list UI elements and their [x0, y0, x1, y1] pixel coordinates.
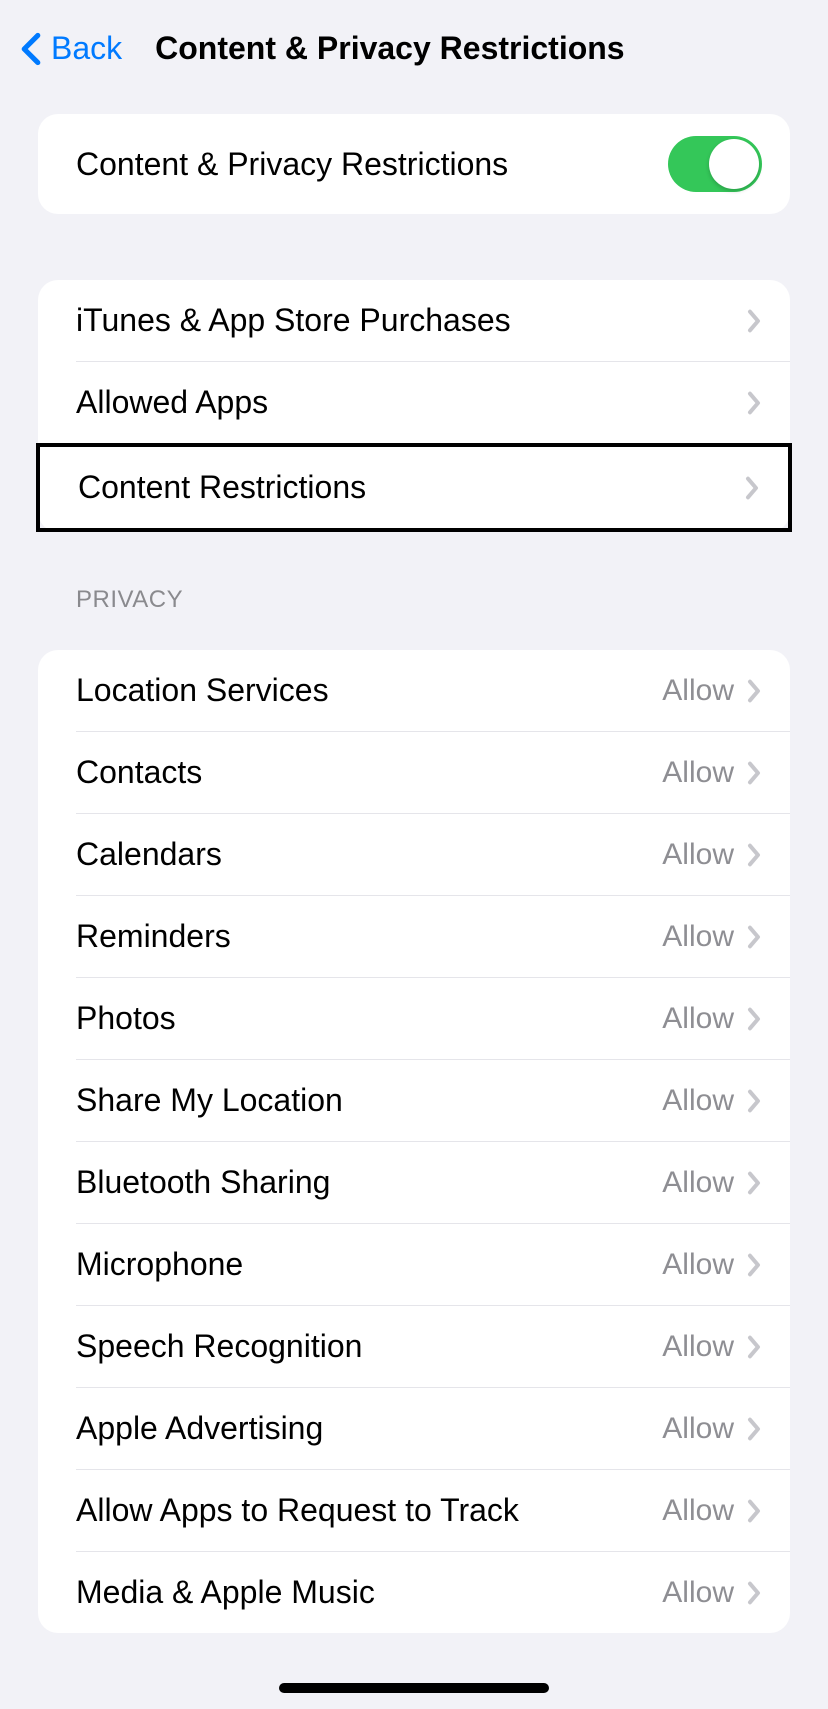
- privacy-section: Location Services Allow Contacts Allow C…: [38, 650, 790, 1633]
- row-detail: Allow: [662, 920, 734, 954]
- chevron-right-icon: [746, 925, 762, 949]
- chevron-right-icon: [746, 1581, 762, 1605]
- chevron-right-icon: [744, 476, 760, 500]
- share-my-location-row[interactable]: Share My Location Allow: [38, 1060, 790, 1141]
- chevron-right-icon: [746, 1007, 762, 1031]
- contacts-row[interactable]: Contacts Allow: [38, 732, 790, 813]
- row-label: Allowed Apps: [76, 384, 746, 421]
- row-label: Apple Advertising: [76, 1410, 662, 1447]
- allow-apps-to-track-row[interactable]: Allow Apps to Request to Track Allow: [38, 1470, 790, 1551]
- back-button[interactable]: Back: [51, 30, 122, 67]
- allowed-apps-row[interactable]: Allowed Apps: [38, 362, 790, 443]
- row-detail: Allow: [662, 1330, 734, 1364]
- row-detail: Allow: [662, 756, 734, 790]
- chevron-right-icon: [746, 1171, 762, 1195]
- row-label: Share My Location: [76, 1082, 662, 1119]
- row-label: Bluetooth Sharing: [76, 1164, 662, 1201]
- chevron-right-icon: [746, 309, 762, 333]
- chevron-right-icon: [746, 1253, 762, 1277]
- content-privacy-toggle[interactable]: [668, 136, 762, 192]
- calendars-row[interactable]: Calendars Allow: [38, 814, 790, 895]
- privacy-section-header: Privacy: [0, 532, 828, 628]
- chevron-right-icon: [746, 1499, 762, 1523]
- chevron-right-icon: [746, 1417, 762, 1441]
- row-label: Photos: [76, 1000, 662, 1037]
- row-detail: Allow: [662, 1084, 734, 1118]
- row-detail: Allow: [662, 1248, 734, 1282]
- row-detail: Allow: [662, 674, 734, 708]
- chevron-right-icon: [746, 761, 762, 785]
- media-apple-music-row[interactable]: Media & Apple Music Allow: [38, 1552, 790, 1633]
- row-detail: Allow: [662, 1576, 734, 1610]
- reminders-row[interactable]: Reminders Allow: [38, 896, 790, 977]
- microphone-row[interactable]: Microphone Allow: [38, 1224, 790, 1305]
- chevron-right-icon: [746, 1335, 762, 1359]
- row-detail: Allow: [662, 1412, 734, 1446]
- row-label: Calendars: [76, 836, 662, 873]
- page-title: Content & Privacy Restrictions: [155, 30, 624, 67]
- row-label: Content Restrictions: [78, 469, 744, 506]
- home-indicator[interactable]: [279, 1683, 549, 1693]
- content-privacy-toggle-row: Content & Privacy Restrictions: [38, 114, 790, 214]
- toggle-row-label: Content & Privacy Restrictions: [76, 146, 668, 183]
- toggle-knob-icon: [709, 139, 759, 189]
- row-detail: Allow: [662, 1166, 734, 1200]
- row-label: Media & Apple Music: [76, 1574, 662, 1611]
- content-restrictions-row[interactable]: Content Restrictions: [40, 447, 788, 528]
- itunes-purchases-row[interactable]: iTunes & App Store Purchases: [38, 280, 790, 361]
- row-label: Microphone: [76, 1246, 662, 1283]
- nav-bar: Back Content & Privacy Restrictions: [0, 0, 828, 92]
- row-detail: Allow: [662, 1002, 734, 1036]
- row-label: Speech Recognition: [76, 1328, 662, 1365]
- photos-row[interactable]: Photos Allow: [38, 978, 790, 1059]
- apple-advertising-row[interactable]: Apple Advertising Allow: [38, 1388, 790, 1469]
- row-detail: Allow: [662, 1494, 734, 1528]
- row-label: Allow Apps to Request to Track: [76, 1492, 662, 1529]
- speech-recognition-row[interactable]: Speech Recognition Allow: [38, 1306, 790, 1387]
- location-services-row[interactable]: Location Services Allow: [38, 650, 790, 731]
- row-label: iTunes & App Store Purchases: [76, 302, 746, 339]
- row-label: Reminders: [76, 918, 662, 955]
- chevron-right-icon: [746, 391, 762, 415]
- row-label: Location Services: [76, 672, 662, 709]
- bluetooth-sharing-row[interactable]: Bluetooth Sharing Allow: [38, 1142, 790, 1223]
- content-restrictions-highlight: Content Restrictions: [36, 443, 792, 532]
- back-chevron-icon[interactable]: [20, 32, 42, 66]
- row-label: Contacts: [76, 754, 662, 791]
- row-detail: Allow: [662, 838, 734, 872]
- chevron-right-icon: [746, 679, 762, 703]
- chevron-right-icon: [746, 843, 762, 867]
- toggle-section: Content & Privacy Restrictions: [38, 114, 790, 214]
- chevron-right-icon: [746, 1089, 762, 1113]
- nav-section: iTunes & App Store Purchases Allowed App…: [38, 280, 790, 532]
